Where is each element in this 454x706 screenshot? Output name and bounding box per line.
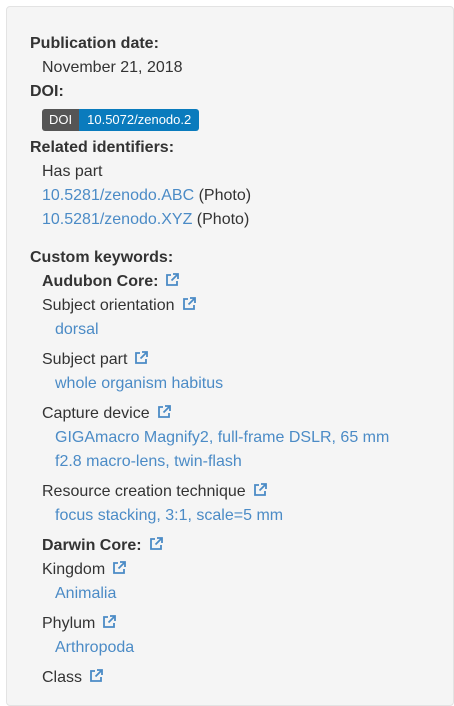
- field-name: Subject part: [42, 351, 128, 368]
- external-link-icon[interactable]: [133, 350, 149, 366]
- keyword-field-subject-orientation: Subject orientation: [30, 294, 440, 318]
- external-link-icon[interactable]: [111, 560, 127, 576]
- related-identifier-link[interactable]: 10.5281/zenodo.ABC: [42, 187, 194, 204]
- keyword-field-class: Class: [30, 666, 440, 690]
- field-name: Class: [42, 669, 83, 686]
- relation-has-part: Has part: [42, 163, 103, 180]
- related-identifier-type: (Photo): [196, 211, 250, 228]
- metadata-panel: Publication date: November 21, 2018 DOI:…: [6, 6, 454, 706]
- field-name: Kingdom: [42, 561, 106, 578]
- external-link-icon[interactable]: [181, 296, 197, 312]
- keyword-value-link[interactable]: GIGAmacro Magnify2, full-frame DSLR, 65 …: [55, 429, 389, 446]
- publication-date-value: November 21, 2018: [42, 59, 183, 76]
- publication-date-label: Publication date:: [30, 35, 159, 52]
- external-link-icon[interactable]: [88, 668, 104, 684]
- related-identifiers-label: Related identifiers:: [30, 139, 175, 156]
- related-identifier-item: 10.5281/zenodo.XYZ (Photo): [30, 208, 440, 232]
- keyword-field-kingdom: Kingdom: [30, 558, 440, 582]
- external-link-icon[interactable]: [156, 404, 172, 420]
- doi-badge[interactable]: DOI 10.5072/zenodo.2: [42, 109, 200, 131]
- external-link-icon[interactable]: [164, 272, 180, 288]
- external-link-icon[interactable]: [252, 482, 268, 498]
- external-link-icon[interactable]: [148, 536, 164, 552]
- keyword-value-link[interactable]: Arthropoda: [55, 639, 134, 656]
- keyword-field-subject-part: Subject part: [30, 348, 440, 372]
- doi-badge-prefix: DOI: [42, 109, 80, 131]
- keyword-value-link[interactable]: whole organism habitus: [55, 375, 223, 392]
- field-name: Capture device: [42, 405, 150, 422]
- keyword-field-resource-creation-technique: Resource creation technique: [30, 480, 440, 504]
- audubon-core-heading: Audubon Core:: [30, 270, 440, 294]
- field-name: Subject orientation: [42, 297, 175, 314]
- doi-badge-value: 10.5072/zenodo.2: [79, 109, 200, 131]
- related-identifier-link[interactable]: 10.5281/zenodo.XYZ: [42, 211, 192, 228]
- darwin-core-heading: Darwin Core:: [30, 534, 440, 558]
- keyword-value-link[interactable]: f2.8 macro-lens, twin-flash: [55, 453, 242, 470]
- metadata-content: Publication date: November 21, 2018 DOI:…: [30, 32, 440, 690]
- external-link-icon[interactable]: [101, 614, 117, 630]
- field-name: Phylum: [42, 615, 96, 632]
- audubon-core-title: Audubon Core:: [42, 273, 159, 290]
- keyword-field-phylum: Phylum: [30, 612, 440, 636]
- custom-keywords-label: Custom keywords:: [30, 249, 174, 266]
- doi-label: DOI:: [30, 83, 64, 100]
- keyword-value-link[interactable]: focus stacking, 3:1, scale=5 mm: [55, 507, 283, 524]
- field-name: Resource creation technique: [42, 483, 246, 500]
- keyword-value-link[interactable]: dorsal: [55, 321, 99, 338]
- keyword-field-capture-device: Capture device: [30, 402, 440, 426]
- related-identifier-type: (Photo): [198, 187, 252, 204]
- darwin-core-title: Darwin Core:: [42, 537, 142, 554]
- keyword-value-link[interactable]: Animalia: [55, 585, 116, 602]
- related-identifier-item: 10.5281/zenodo.ABC (Photo): [30, 184, 440, 208]
